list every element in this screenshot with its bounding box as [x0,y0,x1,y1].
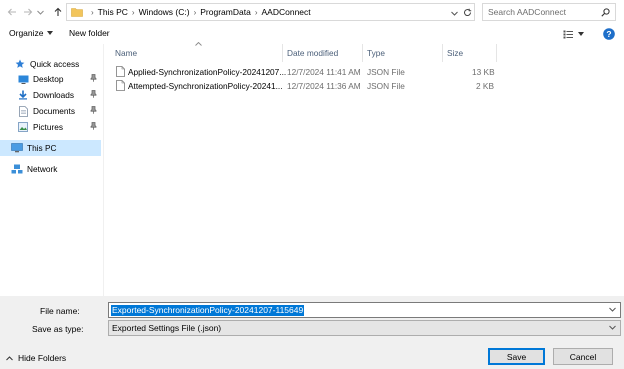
command-bar: Organize New folder ? [0,24,624,44]
refresh-icon[interactable] [462,7,472,17]
file-name-value[interactable]: Exported-SynchronizationPolicy-20241207-… [111,304,305,316]
organize-button[interactable]: Organize [9,28,53,38]
nav-item-label: Downloads [33,90,75,100]
nav-item-label: Desktop [33,74,64,84]
json-file-icon [116,80,125,91]
navigation-pane: Quick access Desktop Downloads Documents [0,44,104,296]
save-as-type-select[interactable]: Exported Settings File (.json) [108,320,621,336]
pin-icon[interactable] [90,122,97,130]
column-header-date-modified[interactable]: Date modified [287,48,338,58]
save-button[interactable]: Save [488,348,545,365]
hide-folders-label: Hide Folders [18,353,67,363]
file-name-label: File name: [40,306,80,316]
json-file-icon [116,66,125,77]
file-name-dropdown-icon[interactable] [609,307,616,312]
address-bar: › This PC › Windows (C:) › ProgramData ›… [0,0,624,24]
help-icon[interactable]: ? [602,27,615,40]
pin-icon[interactable] [90,106,97,114]
search-icon[interactable] [601,8,610,17]
computer-icon [11,142,23,154]
file-name: Applied-SynchronizationPolicy-20241207..… [128,67,287,77]
pin-icon[interactable] [90,74,97,82]
back-arrow-icon[interactable] [6,6,18,18]
file-type: JSON File [367,81,405,91]
column-header-size[interactable]: Size [447,48,463,58]
save-as-type-label: Save as type: [32,324,84,334]
breadcrumb-chevron-icon: › [193,7,197,17]
folder-icon [71,7,83,17]
nav-item-label: Documents [33,106,75,116]
save-as-type-value: Exported Settings File (.json) [112,323,222,333]
save-as-type-dropdown-icon[interactable] [609,325,616,330]
file-date: 12/7/2024 11:36 AM [287,81,361,91]
pictures-icon [17,121,29,133]
chevron-down-icon [46,31,53,35]
cancel-button-label: Cancel [569,351,597,362]
breadcrumb-item[interactable]: AADConnect [262,7,311,17]
svg-text:?: ? [606,29,611,39]
breadcrumb-chevron-icon: › [131,7,135,17]
organize-label: Organize [9,28,44,38]
table-row[interactable]: Applied-SynchronizationPolicy-20241207..… [112,66,496,80]
address-dropdown-icon[interactable] [449,8,459,18]
save-options-panel: File name: Exported-SynchronizationPolic… [0,296,624,369]
breadcrumb-chevron-icon: › [254,7,258,17]
nav-item-documents[interactable]: Documents [0,103,101,119]
nav-this-pc-label: This PC [27,143,57,153]
view-options-icon[interactable] [562,29,574,39]
table-row[interactable]: Attempted-SynchronizationPolicy-20241...… [112,80,496,94]
search-input[interactable] [488,7,600,17]
hide-folders-toggle[interactable]: Hide Folders [6,353,66,363]
breadcrumb-item[interactable]: ProgramData [200,7,251,17]
file-size: 2 KB [476,81,494,91]
file-name-input[interactable]: Exported-SynchronizationPolicy-20241207-… [108,302,621,318]
nav-item-desktop[interactable]: Desktop [0,71,101,87]
address-box[interactable]: › This PC › Windows (C:) › ProgramData ›… [66,3,475,21]
pin-icon[interactable] [90,90,97,98]
search-box[interactable] [482,3,616,21]
nav-network[interactable]: Network [0,161,101,177]
nav-item-downloads[interactable]: Downloads [0,87,101,103]
nav-item-pictures[interactable]: Pictures [0,119,101,135]
cancel-button[interactable]: Cancel [553,348,613,365]
up-arrow-icon[interactable] [52,6,64,18]
save-button-label: Save [506,351,527,362]
sort-ascending-icon [195,42,202,46]
downloads-icon [17,89,29,101]
column-divider[interactable] [496,44,497,62]
nav-this-pc[interactable]: This PC [0,140,101,156]
star-icon [14,58,26,70]
nav-quick-access[interactable]: Quick access [0,56,101,72]
nav-quick-access-label: Quick access [30,59,80,69]
file-type: JSON File [367,67,405,77]
forward-arrow-icon[interactable] [22,6,34,18]
documents-icon [17,105,29,117]
file-list: Name Date modified Type Size Applied-Syn… [104,42,624,296]
nav-item-label: Pictures [33,122,63,132]
view-dropdown-icon[interactable] [577,31,585,37]
network-icon [11,163,23,175]
nav-network-label: Network [27,164,58,174]
breadcrumb-item[interactable]: This PC [98,7,128,17]
file-name: Attempted-SynchronizationPolicy-20241... [128,81,283,91]
column-header-name[interactable]: Name [115,48,137,58]
column-header-type[interactable]: Type [367,48,385,58]
column-divider[interactable] [442,44,443,62]
column-divider[interactable] [362,44,363,62]
breadcrumb-item[interactable]: Windows (C:) [139,7,190,17]
file-size: 13 KB [472,67,495,77]
chevron-up-icon [6,355,13,361]
desktop-icon [17,73,29,85]
new-folder-label: New folder [69,28,110,38]
new-folder-button[interactable]: New folder [69,28,110,38]
column-divider[interactable] [282,44,283,62]
breadcrumb-chevron-icon: › [91,7,94,17]
file-date: 12/7/2024 11:41 AM [287,67,361,77]
recent-locations-chevron-icon[interactable] [36,8,44,16]
